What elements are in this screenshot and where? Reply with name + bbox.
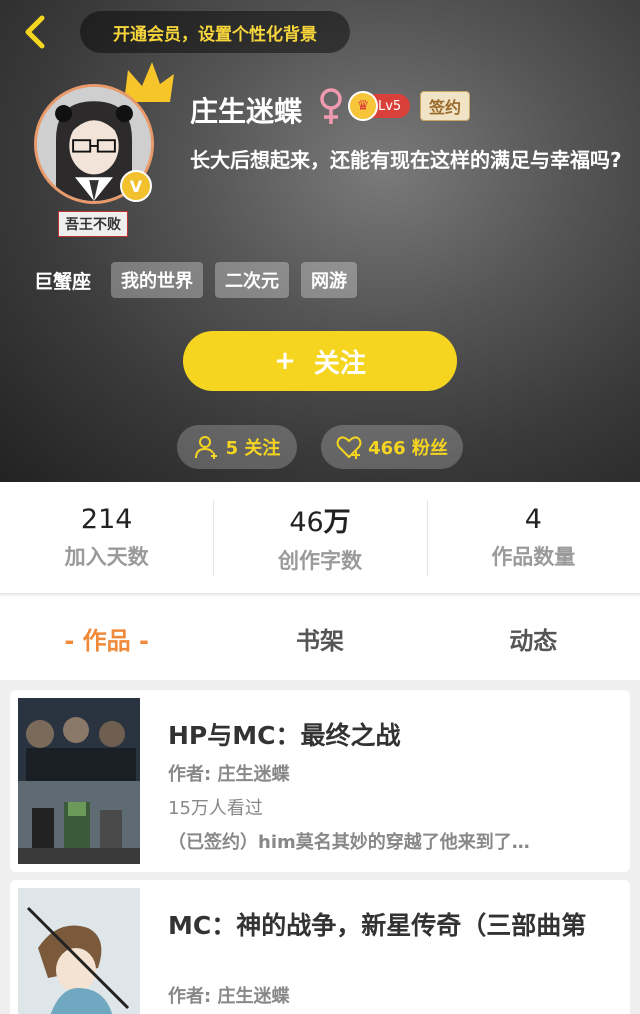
female-icon <box>320 88 342 124</box>
plus-icon: + <box>274 346 296 376</box>
book-views: 15万人看过 <box>168 798 263 819</box>
book-title: MC：神的战争，新星传奇（三部曲第 <box>168 911 587 940</box>
works-list: HP与MC：最终之战 作者: 庄生迷蝶 15万人看过 （已签约）him莫名其妙的… <box>0 680 640 1014</box>
zodiac-label: 巨蟹座 <box>34 270 92 293</box>
stat-label: 作品数量 <box>491 545 576 569</box>
back-button[interactable] <box>16 12 56 52</box>
level-crown-icon: ♛ <box>348 91 378 121</box>
tag-item[interactable]: 网游 <box>301 262 358 298</box>
signed-badge: 签约 <box>420 91 471 121</box>
chevron-left-icon <box>25 15 45 49</box>
book-author: 作者: 庄生迷蝶 <box>168 986 290 1007</box>
add-user-icon <box>194 436 217 459</box>
profile-header: 开通会员，设置个性化背景 V 吾王不败 庄生迷蝶 Lv5 ♛ 签约 长大后想起来… <box>0 0 640 482</box>
stats-bar: 214 加入天数 46万 创作字数 4 作品数量 <box>0 482 640 594</box>
book-cover-image <box>18 888 140 1014</box>
tag-item[interactable]: 二次元 <box>215 262 290 298</box>
book-cover <box>18 888 140 1014</box>
follow-button[interactable]: + 关注 <box>183 331 457 391</box>
stat-join-days: 214 加入天数 <box>0 482 213 593</box>
list-item[interactable]: MC：神的战争，新星传奇（三部曲第 作者: 庄生迷蝶 <box>10 880 630 1014</box>
book-author: 作者: 庄生迷蝶 <box>168 764 290 785</box>
user-bio: 长大后想起来，还能有现在这样的满足与幸福吗? <box>190 148 622 172</box>
stat-value: 46万 <box>289 507 351 538</box>
stat-word-count: 46万 创作字数 <box>213 482 426 593</box>
stat-label: 加入天数 <box>64 545 149 569</box>
follow-button-label: 关注 <box>313 348 366 379</box>
tab-activity[interactable]: 动态 <box>427 621 640 656</box>
stat-works-count: 4 作品数量 <box>426 482 640 593</box>
tag-item[interactable]: 我的世界 <box>111 262 204 298</box>
vip-background-banner[interactable]: 开通会员，设置个性化背景 <box>80 11 350 53</box>
interest-tags: 巨蟹座 我的世界 二次元 网游 <box>34 262 358 298</box>
book-cover <box>18 698 140 864</box>
profile-tabs: - 作品 - 书架 动态 <box>0 596 640 680</box>
book-cover-image <box>18 698 140 864</box>
stat-value: 4 <box>524 504 542 535</box>
following-count: 5 关注 <box>225 438 281 459</box>
title-tag: 吾王不败 <box>58 211 128 237</box>
stat-label: 创作字数 <box>277 549 362 573</box>
fans-count-button[interactable]: 466 粉丝 <box>321 425 463 469</box>
username: 庄生迷蝶 <box>190 95 303 128</box>
list-item[interactable]: HP与MC：最终之战 作者: 庄生迷蝶 15万人看过 （已签约）him莫名其妙的… <box>10 690 630 872</box>
fans-count: 466 粉丝 <box>368 438 448 459</box>
stat-value: 214 <box>80 504 133 535</box>
following-count-button[interactable]: 5 关注 <box>177 425 297 469</box>
tab-bookshelf[interactable]: 书架 <box>213 621 426 656</box>
heart-icon <box>336 436 362 459</box>
book-description: （已签约）him莫名其妙的穿越了他来到了… <box>168 832 530 853</box>
tab-works[interactable]: - 作品 - <box>0 621 213 656</box>
book-title: HP与MC：最终之战 <box>168 721 401 750</box>
verified-v-icon: V <box>120 170 152 202</box>
